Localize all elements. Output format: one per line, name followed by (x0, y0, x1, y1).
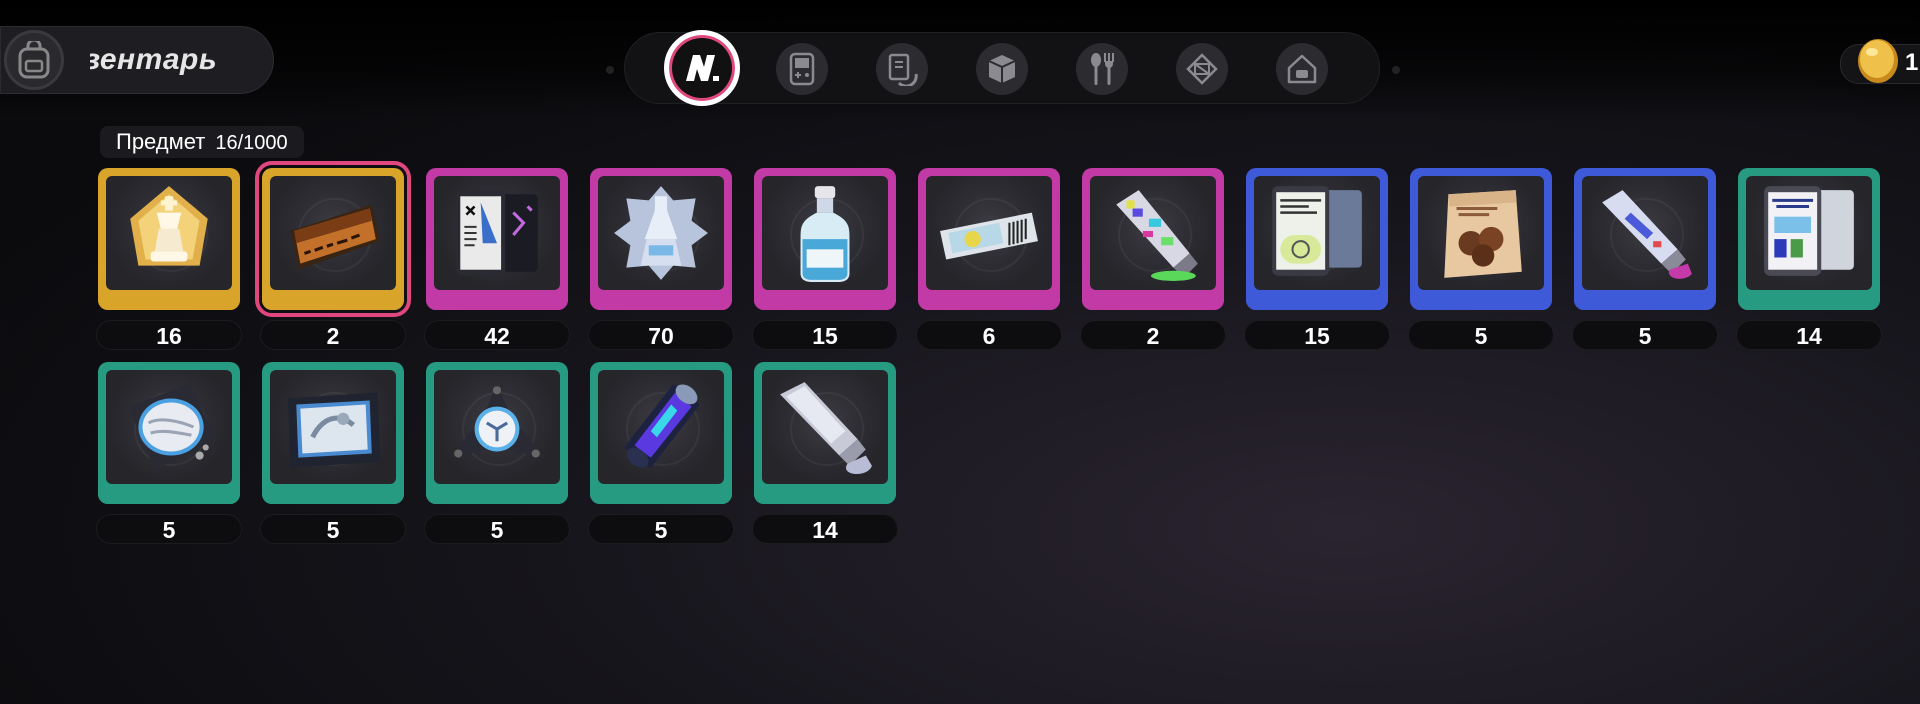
inventory-item[interactable]: 6 (916, 168, 1062, 350)
brown-ticket-card-icon (290, 204, 380, 270)
item-card-selected[interactable] (255, 161, 411, 317)
photo-tablet-icon (288, 392, 380, 468)
item-card[interactable] (262, 362, 404, 504)
item-quantity: 5 (260, 514, 406, 544)
inventory-item[interactable]: 5 (96, 362, 242, 544)
tab-materials[interactable] (976, 43, 1028, 95)
silver-trophy-icon (614, 186, 708, 280)
cube-icon (988, 55, 1016, 83)
tab-furniture[interactable] (1276, 43, 1328, 95)
home-icon (1287, 54, 1317, 84)
item-quantity: 14 (1736, 320, 1882, 350)
card-document-icon (888, 53, 918, 86)
handheld-console-icon (789, 52, 815, 86)
glitch-paint-tube-icon (1116, 190, 1198, 281)
gold-coin-icon (1852, 36, 1904, 86)
item-card[interactable] (426, 168, 568, 310)
inventory-counter: Предмет 16/1000 (100, 126, 304, 158)
blue-potion-bottle-icon (800, 186, 850, 282)
item-card[interactable] (98, 168, 240, 310)
backpack-icon (18, 41, 50, 79)
inventory-item[interactable]: 70 (588, 168, 734, 350)
inventory-item[interactable]: 5 (424, 362, 570, 544)
item-quantity: 5 (588, 514, 734, 544)
item-quantity: 70 (588, 320, 734, 350)
item-card[interactable] (98, 362, 240, 504)
n-logo-icon (686, 55, 719, 81)
item-card[interactable] (590, 168, 732, 310)
item-card[interactable] (754, 362, 896, 504)
item-quantity: 15 (752, 320, 898, 350)
vinyl-player-icon (128, 384, 216, 470)
paint-tube-icon (1602, 190, 1692, 279)
item-card[interactable] (1246, 168, 1388, 310)
item-card[interactable] (1410, 168, 1552, 310)
item-quantity: 5 (1408, 320, 1554, 350)
item-quantity: 5 (96, 514, 242, 544)
tab-special[interactable] (1176, 43, 1228, 95)
item-quantity: 2 (260, 320, 406, 350)
currency-amount: 1 (1905, 49, 1919, 76)
phone-blueprint-icon (456, 190, 538, 276)
tablet-poster-icon (1764, 186, 1854, 276)
inventory-item[interactable]: 5 (260, 362, 406, 544)
item-card[interactable] (426, 362, 568, 504)
inventory-label: Предмет (116, 129, 206, 154)
inventory-item[interactable]: 14 (752, 362, 898, 544)
inventory-item[interactable]: 5 (1572, 168, 1718, 350)
tabs-left-dot (606, 66, 614, 74)
item-quantity: 16 (96, 320, 242, 350)
crystal-box-icon (1186, 53, 1218, 85)
fidget-spinner-icon (450, 384, 544, 458)
item-quantity: 15 (1244, 320, 1390, 350)
tab-console[interactable] (776, 43, 828, 95)
inventory-item[interactable]: 42 (424, 168, 570, 350)
backpack-button[interactable] (4, 30, 92, 90)
item-card[interactable] (918, 168, 1060, 310)
item-quantity: 6 (916, 320, 1062, 350)
tablet-document-icon (1272, 186, 1362, 276)
inventory-item[interactable]: 5 (1408, 168, 1554, 350)
page-title: вентарь (90, 43, 218, 76)
inventory-item[interactable]: 5 (588, 362, 734, 544)
tab-food[interactable] (1076, 43, 1128, 95)
item-quantity: 5 (424, 514, 570, 544)
inventory-item[interactable]: 2 (1080, 168, 1226, 350)
snack-bag-icon (1444, 190, 1522, 278)
item-quantity: 5 (1572, 320, 1718, 350)
ticket-stub-icon (940, 212, 1038, 260)
item-quantity: 42 (424, 320, 570, 350)
item-card[interactable] (1082, 168, 1224, 310)
item-card[interactable] (754, 168, 896, 310)
inventory-grid: 16 2 42 70 15 6 2 15 5 5 14 5 5 5 5 14 (96, 161, 1888, 548)
item-card[interactable] (590, 362, 732, 504)
fork-spoon-icon (1091, 53, 1114, 85)
tabs-right-dot (1392, 66, 1400, 74)
inventory-item[interactable]: 14 (1736, 168, 1882, 350)
tab-cards[interactable] (876, 43, 928, 95)
item-card[interactable] (1738, 168, 1880, 310)
inventory-item[interactable]: 15 (1244, 168, 1390, 350)
energy-capsule-icon (624, 384, 700, 468)
inventory-item[interactable]: 15 (752, 168, 898, 350)
item-card[interactable] (1574, 168, 1716, 310)
silver-paint-tube-icon (780, 382, 872, 474)
inventory-count: 16/1000 (215, 132, 288, 154)
tab-items[interactable] (664, 30, 740, 106)
gold-chess-king-icon (130, 186, 208, 266)
item-quantity: 14 (752, 514, 898, 544)
inventory-item[interactable]: 2 (255, 161, 411, 350)
item-quantity: 2 (1080, 320, 1226, 350)
inventory-item[interactable]: 16 (96, 168, 242, 350)
